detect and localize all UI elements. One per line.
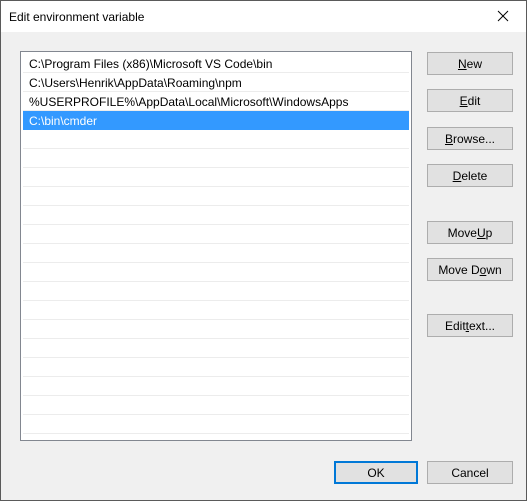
empty-list-row[interactable] <box>23 149 409 168</box>
empty-list-row[interactable] <box>23 263 409 282</box>
empty-list-row[interactable] <box>23 130 409 149</box>
empty-list-row[interactable] <box>23 206 409 225</box>
delete-label-key: D <box>452 168 462 183</box>
empty-list-row[interactable] <box>23 282 409 301</box>
delete-button[interactable]: Delete <box>427 164 513 187</box>
list-item-label: C:\Program Files (x86)\Microsoft VS Code… <box>29 57 273 71</box>
edit-text-label-post: ext... <box>469 318 496 333</box>
empty-list-row[interactable] <box>23 225 409 244</box>
move-down-label-pre: Move D <box>438 262 480 277</box>
empty-list-row[interactable] <box>23 377 409 396</box>
list-item-label: C:\Users\Henrik\AppData\Roaming\npm <box>29 76 242 90</box>
new-button[interactable]: New <box>427 52 513 75</box>
empty-list-row[interactable] <box>23 301 409 320</box>
cancel-button[interactable]: Cancel <box>427 461 513 484</box>
edit-label-key: E <box>459 93 468 108</box>
edit-label-post: dit <box>467 93 481 108</box>
edit-text-button[interactable]: Edit t ext... <box>427 314 513 337</box>
empty-list-row[interactable] <box>23 396 409 415</box>
empty-list-row[interactable] <box>23 339 409 358</box>
empty-list-row[interactable] <box>23 244 409 263</box>
dialog-window: Edit environment variable C:\Program Fil… <box>0 0 527 501</box>
list-item[interactable]: C:\bin\cmder <box>23 111 409 130</box>
list-item-label: %USERPROFILE%\AppData\Local\Microsoft\Wi… <box>29 95 349 109</box>
close-icon <box>497 10 509 22</box>
cancel-label: Cancel <box>451 465 489 480</box>
empty-list-row[interactable] <box>23 187 409 206</box>
list-item[interactable]: C:\Program Files (x86)\Microsoft VS Code… <box>23 54 409 73</box>
empty-list-row[interactable] <box>23 320 409 339</box>
new-label-key: N <box>457 56 467 71</box>
browse-label-post: rowse... <box>453 131 496 146</box>
move-up-button[interactable]: Move Up <box>427 221 513 244</box>
ok-button[interactable]: OK <box>334 461 418 484</box>
browse-label-key: B <box>444 131 453 146</box>
path-list[interactable]: C:\Program Files (x86)\Microsoft VS Code… <box>20 51 412 441</box>
list-item[interactable]: %USERPROFILE%\AppData\Local\Microsoft\Wi… <box>23 92 409 111</box>
move-up-label-pre: Move <box>447 225 477 240</box>
edit-text-label-pre: Edit <box>444 318 466 333</box>
browse-button[interactable]: Browse... <box>427 127 513 150</box>
move-down-button[interactable]: Move Do wn <box>427 258 513 281</box>
empty-list-row[interactable] <box>23 415 409 434</box>
edit-button[interactable]: Edit <box>427 89 513 112</box>
empty-list-row[interactable] <box>23 358 409 377</box>
move-up-label-key: U <box>476 225 486 240</box>
window-title: Edit environment variable <box>9 10 145 24</box>
title-bar: Edit environment variable <box>1 1 526 32</box>
move-down-label-post: wn <box>486 262 502 277</box>
delete-label-post: elete <box>461 168 488 183</box>
empty-list-row[interactable] <box>23 168 409 187</box>
move-up-label-post: p <box>485 225 493 240</box>
ok-label: OK <box>367 465 385 480</box>
new-label-post: ew <box>466 56 482 71</box>
list-item-label: C:\bin\cmder <box>29 114 98 128</box>
close-button[interactable] <box>480 1 526 31</box>
list-item[interactable]: C:\Users\Henrik\AppData\Roaming\npm <box>23 73 409 92</box>
